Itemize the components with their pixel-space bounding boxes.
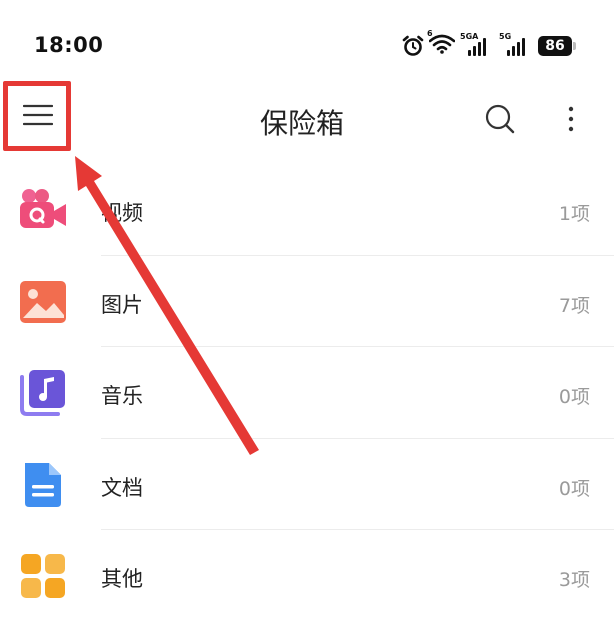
safe-box-screen: 18:00 6 5GA 5G 86 保险箱 视频 1项 图片 7项 音乐 0项 …: [0, 0, 614, 633]
battery-icon: 86: [538, 36, 576, 56]
search-button[interactable]: [482, 101, 518, 137]
list-item-count: 7项: [558, 294, 590, 317]
status-icons: 6 5GA 5G 86: [402, 29, 576, 58]
list-item-video[interactable]: 视频 1项: [0, 164, 614, 256]
list-item-documents[interactable]: 文档 0项: [0, 439, 614, 530]
list-item-music[interactable]: 音乐 0项: [0, 347, 614, 439]
category-list: 视频 1项 图片 7项 音乐 0项 文档 0项 其他 3项: [0, 164, 614, 622]
status-time: 18:00: [34, 33, 104, 57]
wifi-tag: 6: [427, 29, 433, 38]
list-item-other[interactable]: 其他 3项: [0, 530, 614, 622]
image-icon: [20, 280, 66, 323]
more-options-button[interactable]: [558, 101, 584, 137]
grid-icon: [21, 554, 65, 598]
list-item-count: 0项: [558, 477, 590, 500]
list-item-count: 1项: [558, 203, 590, 225]
list-item-label: 其他: [101, 567, 143, 591]
video-camera-icon: [20, 189, 66, 228]
sim1-tag: 5GA: [460, 32, 479, 41]
document-icon: [25, 462, 61, 507]
list-item-label: 文档: [101, 475, 143, 500]
music-icon: [20, 370, 65, 416]
signal-sim2-icon: 5G: [499, 32, 533, 56]
more-vertical-icon: [568, 106, 574, 132]
list-item-images[interactable]: 图片 7项: [0, 256, 614, 347]
status-bar: 18:00 6 5GA 5G 86: [0, 0, 614, 90]
list-item-label: 音乐: [101, 384, 143, 408]
list-item-count: 3项: [558, 569, 590, 591]
list-item-label: 视频: [101, 201, 143, 225]
list-item-label: 图片: [101, 292, 143, 317]
alarm-icon: [402, 35, 424, 56]
signal-sim1-icon: 5GA: [460, 32, 494, 56]
search-icon: [485, 104, 515, 134]
sim2-tag: 5G: [499, 32, 512, 41]
list-item-count: 0项: [558, 386, 590, 408]
